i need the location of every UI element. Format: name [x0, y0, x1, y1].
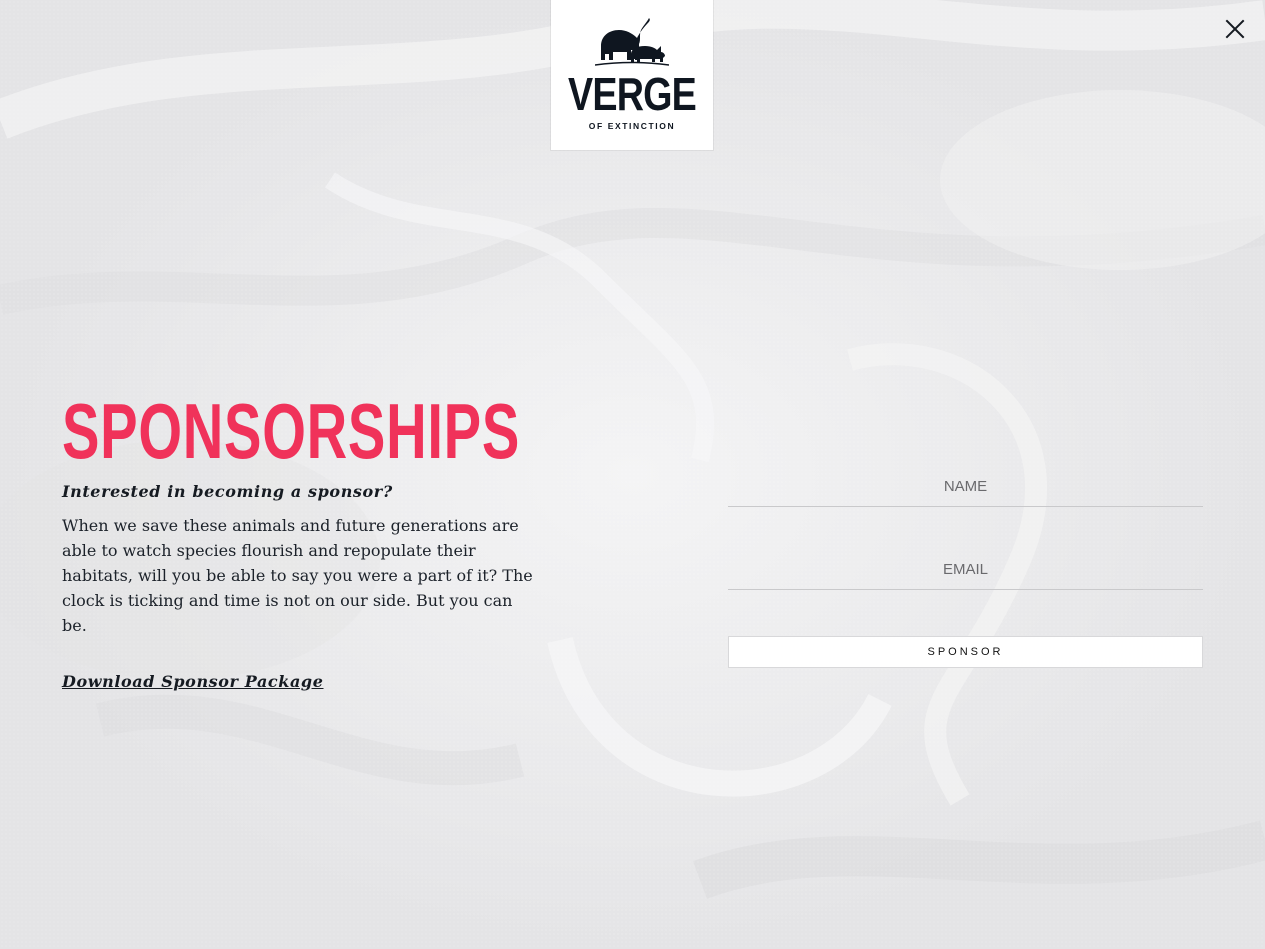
- sponsor-button[interactable]: SPONSOR: [728, 636, 1203, 668]
- logo-wordmark: VERGE: [568, 68, 697, 120]
- sponsor-form: SPONSOR: [728, 466, 1203, 668]
- name-field[interactable]: [728, 466, 1203, 507]
- sponsorship-info: SPONSORSHIPS Interested in becoming a sp…: [62, 392, 552, 691]
- email-field[interactable]: [728, 549, 1203, 590]
- subtitle: Interested in becoming a sponsor?: [62, 482, 393, 501]
- close-button[interactable]: [1222, 16, 1248, 42]
- close-icon: [1225, 19, 1245, 39]
- logo-tagline: OF EXTINCTION: [588, 121, 676, 131]
- description: When we save these animals and future ge…: [62, 516, 533, 635]
- logo[interactable]: VERGE OF EXTINCTION: [551, 0, 713, 150]
- elephant-rhino-icon: [595, 18, 669, 66]
- page-title: SPONSORSHIPS: [62, 387, 521, 475]
- download-sponsor-package-link[interactable]: Download Sponsor Package: [62, 672, 324, 691]
